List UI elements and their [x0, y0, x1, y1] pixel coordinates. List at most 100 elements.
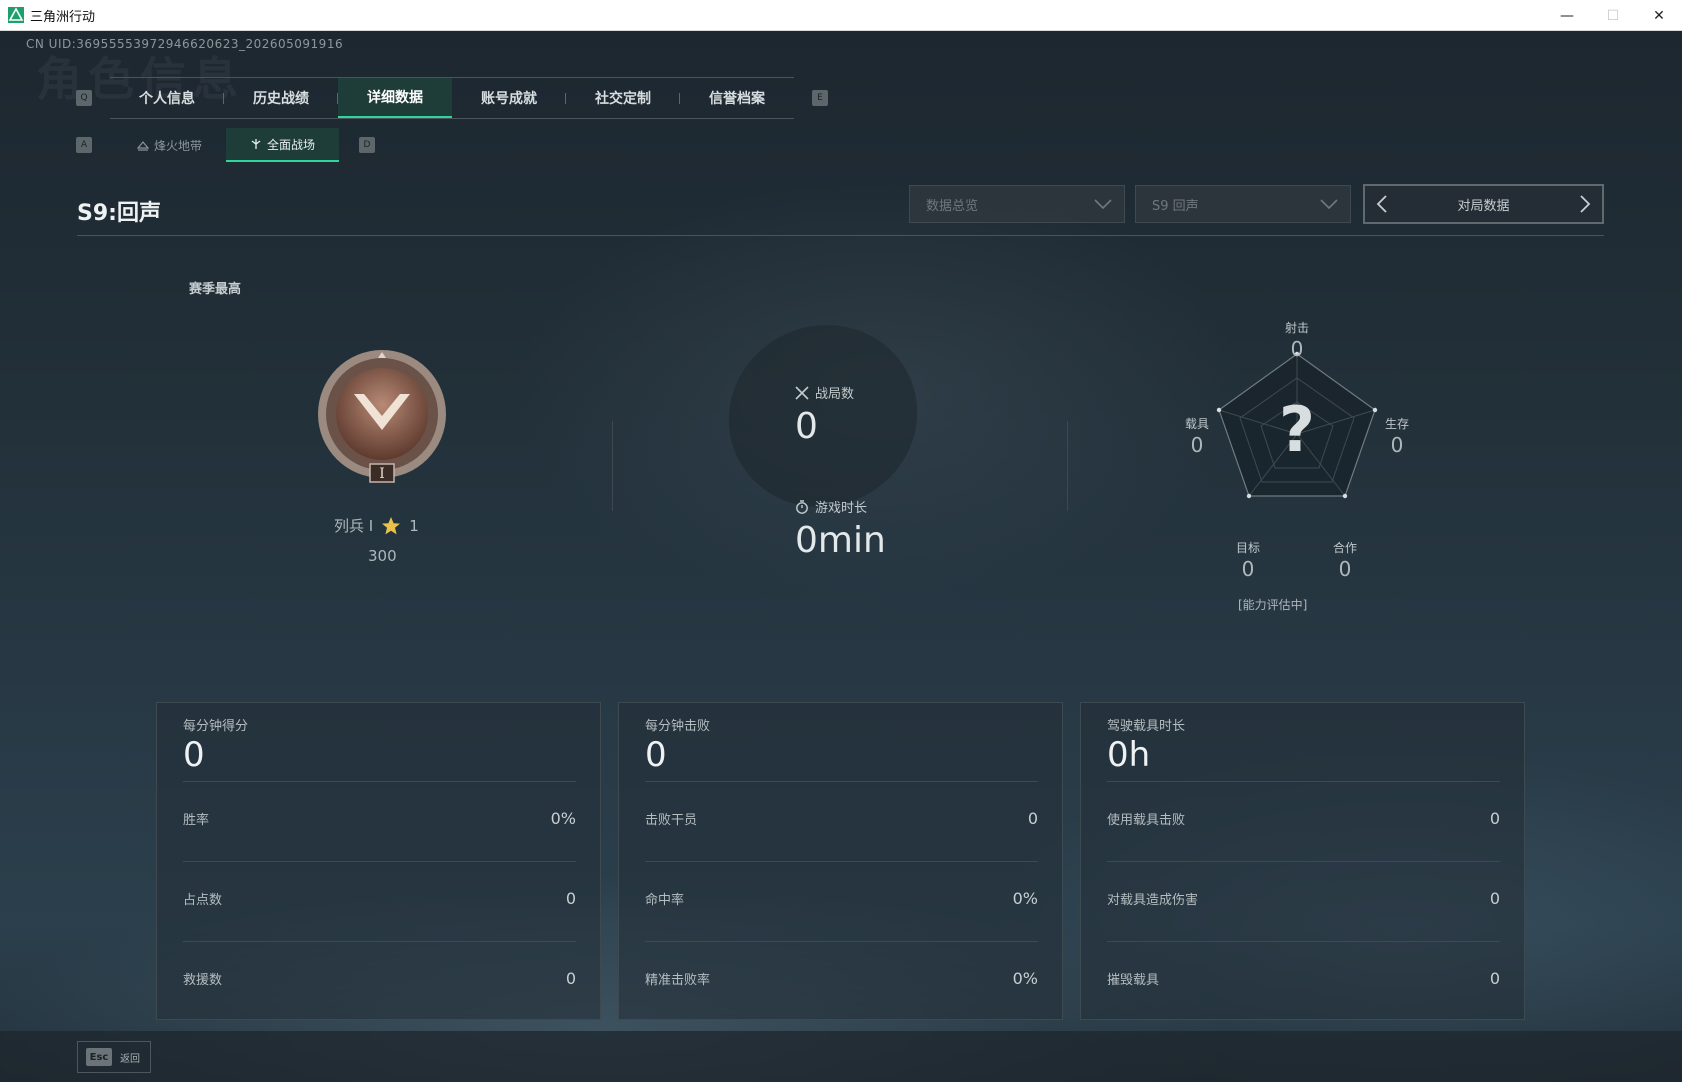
- close-button[interactable]: ✕: [1636, 0, 1682, 31]
- sub-tab-bar: 烽火地带 全面战场: [113, 128, 339, 162]
- row-label: 击败干员: [645, 812, 698, 828]
- bottom-bar: Esc 返回: [0, 1031, 1682, 1082]
- tab-label: 社交定制: [595, 91, 651, 107]
- card-value: 0: [645, 735, 667, 775]
- tab-label: 详细数据: [367, 90, 423, 106]
- tab-match-history[interactable]: 历史战绩: [224, 78, 338, 118]
- data-filter-dropdown[interactable]: 数据总览: [909, 185, 1125, 223]
- radar-axis-value: 0: [1390, 433, 1404, 457]
- tab-detailed-data[interactable]: 详细数据: [338, 78, 452, 118]
- section-divider: [612, 421, 613, 511]
- row-label: 救援数: [183, 972, 223, 988]
- radar-axis-value: 0: [1290, 337, 1304, 361]
- tab-label: 账号成就: [481, 91, 537, 107]
- subtab-all-out-warfare[interactable]: 全面战场: [226, 128, 339, 162]
- tab-social-custom[interactable]: 社交定制: [566, 78, 680, 118]
- card-value: 0h: [1107, 735, 1151, 775]
- player-uid: CN UID:36955553972946620623_202605091916: [26, 37, 344, 51]
- crossed-swords-icon: [795, 385, 809, 400]
- match-data-pager: 对局数据: [1363, 184, 1604, 224]
- hazard-zone-icon: [136, 141, 149, 151]
- tab-personal-info[interactable]: 个人信息: [110, 78, 224, 118]
- pager-label: 对局数据: [1457, 198, 1510, 214]
- esc-key-hint: Esc: [86, 1048, 112, 1066]
- tab-label: 历史战绩: [253, 91, 309, 107]
- card-value: 0: [183, 735, 205, 775]
- radar-axis-value: 0: [1338, 557, 1352, 581]
- rank-stars: 1: [409, 516, 419, 535]
- subtab-next-key-hint[interactable]: D: [359, 137, 375, 153]
- card-divider: [183, 941, 576, 942]
- radar-axis-label: 载具: [1184, 417, 1209, 431]
- row-label: 占点数: [183, 892, 223, 908]
- main-tab-bar: 个人信息 历史战绩 详细数据 账号成就 社交定制 信誉档案: [110, 77, 794, 119]
- tab-prev-key-hint[interactable]: Q: [76, 90, 92, 106]
- rank-score: 300: [368, 547, 397, 565]
- vehicle-stats-card: 驾驶载具时长 0h 使用载具击败 0 对载具造成伤害 0 摧毁载具 0: [1080, 702, 1525, 1020]
- tab-next-key-hint[interactable]: E: [812, 90, 828, 106]
- matches-stat: 战局数 0: [795, 383, 854, 447]
- season-dropdown[interactable]: S9 回声: [1135, 185, 1351, 223]
- playtime-value: 0min: [795, 520, 886, 561]
- row-value: 0: [565, 968, 576, 988]
- rank-name: 列兵 I: [334, 517, 374, 535]
- row-value: 0: [1489, 968, 1500, 988]
- row-label: 摧毁载具: [1107, 972, 1160, 988]
- radar-axis-value: 0: [1241, 557, 1255, 581]
- card-divider: [183, 861, 576, 862]
- radar-axis-label: 射击: [1284, 321, 1309, 335]
- row-value: 0%: [550, 808, 576, 828]
- playtime-stat: 游戏时长 0min: [795, 497, 886, 561]
- subtab-hazard-zone[interactable]: 烽火地带: [113, 128, 226, 162]
- card-divider: [645, 941, 1038, 942]
- radar-axis-label: 目标: [1235, 541, 1260, 555]
- card-row: 占点数 0: [183, 888, 576, 908]
- subtab-prev-key-hint[interactable]: A: [76, 137, 92, 153]
- score-stats-card: 每分钟得分 0 胜率 0% 占点数 0 救援数 0: [156, 702, 601, 1020]
- chevron-left-icon[interactable]: [1375, 194, 1389, 214]
- minimize-button[interactable]: —: [1544, 0, 1590, 31]
- chevron-right-icon[interactable]: [1578, 194, 1592, 214]
- back-button[interactable]: Esc 返回: [77, 1041, 151, 1073]
- row-value: 0: [1489, 888, 1500, 908]
- row-value: 0%: [1012, 968, 1038, 988]
- season-title: S9:回声: [77, 201, 161, 226]
- dropdown-value: 数据总览: [926, 198, 979, 214]
- radar-axis-value: 0: [1190, 433, 1204, 457]
- window-titlebar: 三角洲行动 — ☐ ✕: [0, 0, 1682, 31]
- radar-axis-label: 生存: [1384, 417, 1409, 431]
- ability-radar: ? 射击 0 生存 0 合作 0 目标 0 载具 0: [1168, 321, 1428, 591]
- card-row: 击败干员 0: [645, 808, 1038, 828]
- radar-status: [能力评估中]: [1238, 598, 1308, 612]
- card-divider: [1107, 781, 1500, 782]
- game-screen: 角色信息 CN UID:36955553972946620623_2026050…: [0, 31, 1682, 1082]
- row-label: 命中率: [645, 892, 685, 908]
- card-row: 命中率 0%: [645, 888, 1038, 908]
- subtab-label: 烽火地带: [153, 138, 202, 153]
- chevron-down-icon: [1094, 199, 1112, 210]
- star-icon: [382, 516, 401, 534]
- card-row: 摧毁载具 0: [1107, 968, 1500, 988]
- card-divider: [1107, 861, 1500, 862]
- radar-axis-label: 合作: [1332, 541, 1357, 555]
- card-row: 使用载具击败 0: [1107, 808, 1500, 828]
- row-label: 胜率: [183, 812, 210, 828]
- subtab-label: 全面战场: [266, 137, 315, 152]
- chevron-down-icon: [1320, 199, 1338, 210]
- tab-credit-record[interactable]: 信誉档案: [680, 78, 794, 118]
- row-label: 使用载具击败: [1107, 812, 1186, 828]
- window-title: 三角洲行动: [30, 9, 96, 25]
- tab-achievements[interactable]: 账号成就: [452, 78, 566, 118]
- section-divider: [1067, 421, 1068, 511]
- row-value: 0%: [1012, 888, 1038, 908]
- card-row: 精准击败率 0%: [645, 968, 1038, 988]
- card-divider: [645, 861, 1038, 862]
- maximize-button[interactable]: ☐: [1590, 0, 1636, 31]
- app-logo-icon: [8, 7, 24, 23]
- card-title: 每分钟击败: [645, 719, 711, 734]
- row-value: 0: [565, 888, 576, 908]
- warfare-icon: [251, 139, 261, 149]
- row-value: 0: [1027, 808, 1038, 828]
- rank-badge-icon: I: [318, 350, 446, 483]
- window-controls: — ☐ ✕: [1544, 0, 1682, 31]
